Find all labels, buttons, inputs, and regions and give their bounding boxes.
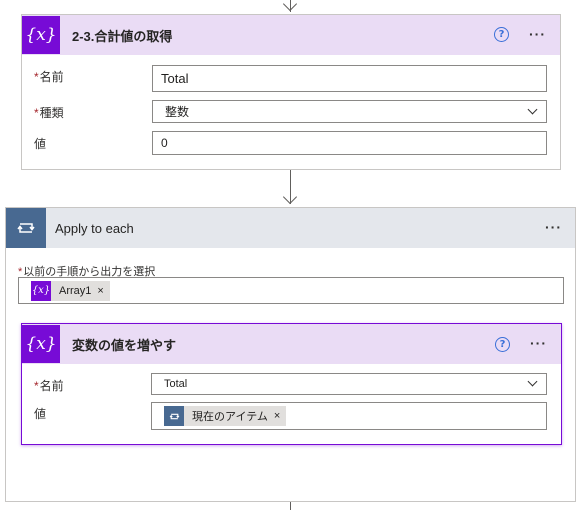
loop-icon xyxy=(164,406,184,426)
apply-to-each-card: Apply to each ··· *以前の手順から出力を選択 {x} Arra… xyxy=(5,207,576,502)
variable-icon: {x} xyxy=(22,325,60,363)
value-field[interactable]: 現在のアイテム × xyxy=(151,402,547,430)
more-options-icon[interactable]: ··· xyxy=(530,335,547,351)
card-title: 2-3.合計値の取得 xyxy=(72,28,173,44)
help-icon[interactable]: ? xyxy=(494,27,509,42)
chevron-down-icon xyxy=(527,104,538,115)
value-label: 値 xyxy=(34,137,47,151)
remove-token-icon[interactable]: × xyxy=(97,285,103,297)
loop-icon xyxy=(6,208,46,248)
name-dropdown[interactable]: Total xyxy=(151,373,547,395)
remove-token-icon[interactable]: × xyxy=(274,410,280,422)
loop-title: Apply to each xyxy=(55,220,134,236)
more-options-icon[interactable]: ··· xyxy=(529,26,546,42)
card-title: 変数の値を増やす xyxy=(72,337,177,353)
value-label: 値 xyxy=(34,407,47,421)
variable-icon: {x} xyxy=(31,280,51,301)
more-options-icon[interactable]: ··· xyxy=(545,219,562,235)
name-label: *名前 xyxy=(34,70,64,84)
variable-icon: {x} xyxy=(22,16,60,54)
value-field[interactable]: 0 xyxy=(152,131,547,155)
increment-variable-header[interactable]: {x} 変数の値を増やす ? ··· xyxy=(22,324,561,364)
type-label: *種類 xyxy=(34,106,64,120)
name-label: *名前 xyxy=(34,379,64,393)
array1-token[interactable]: {x} Array1 × xyxy=(31,280,110,301)
name-field[interactable]: Total xyxy=(152,65,547,92)
help-icon[interactable]: ? xyxy=(495,337,510,352)
middle-connector-arrow xyxy=(282,189,298,205)
bottom-connector-line xyxy=(290,502,291,510)
type-dropdown[interactable]: 整数 xyxy=(152,100,547,123)
increment-variable-card: {x} 変数の値を増やす ? ··· *名前 Total 値 現在のアイテム × xyxy=(21,323,562,445)
select-output-field[interactable]: {x} Array1 × xyxy=(18,277,564,304)
current-item-token[interactable]: 現在のアイテム × xyxy=(164,406,287,426)
apply-to-each-header[interactable]: Apply to each ··· xyxy=(6,208,575,248)
initialize-variable-card: {x} 2-3.合計値の取得 ? ··· *名前 Total *種類 整数 値 … xyxy=(21,14,561,170)
chevron-down-icon xyxy=(527,376,538,387)
initialize-variable-header[interactable]: {x} 2-3.合計値の取得 ? ··· xyxy=(22,15,560,55)
top-connector-arrow xyxy=(282,0,298,12)
